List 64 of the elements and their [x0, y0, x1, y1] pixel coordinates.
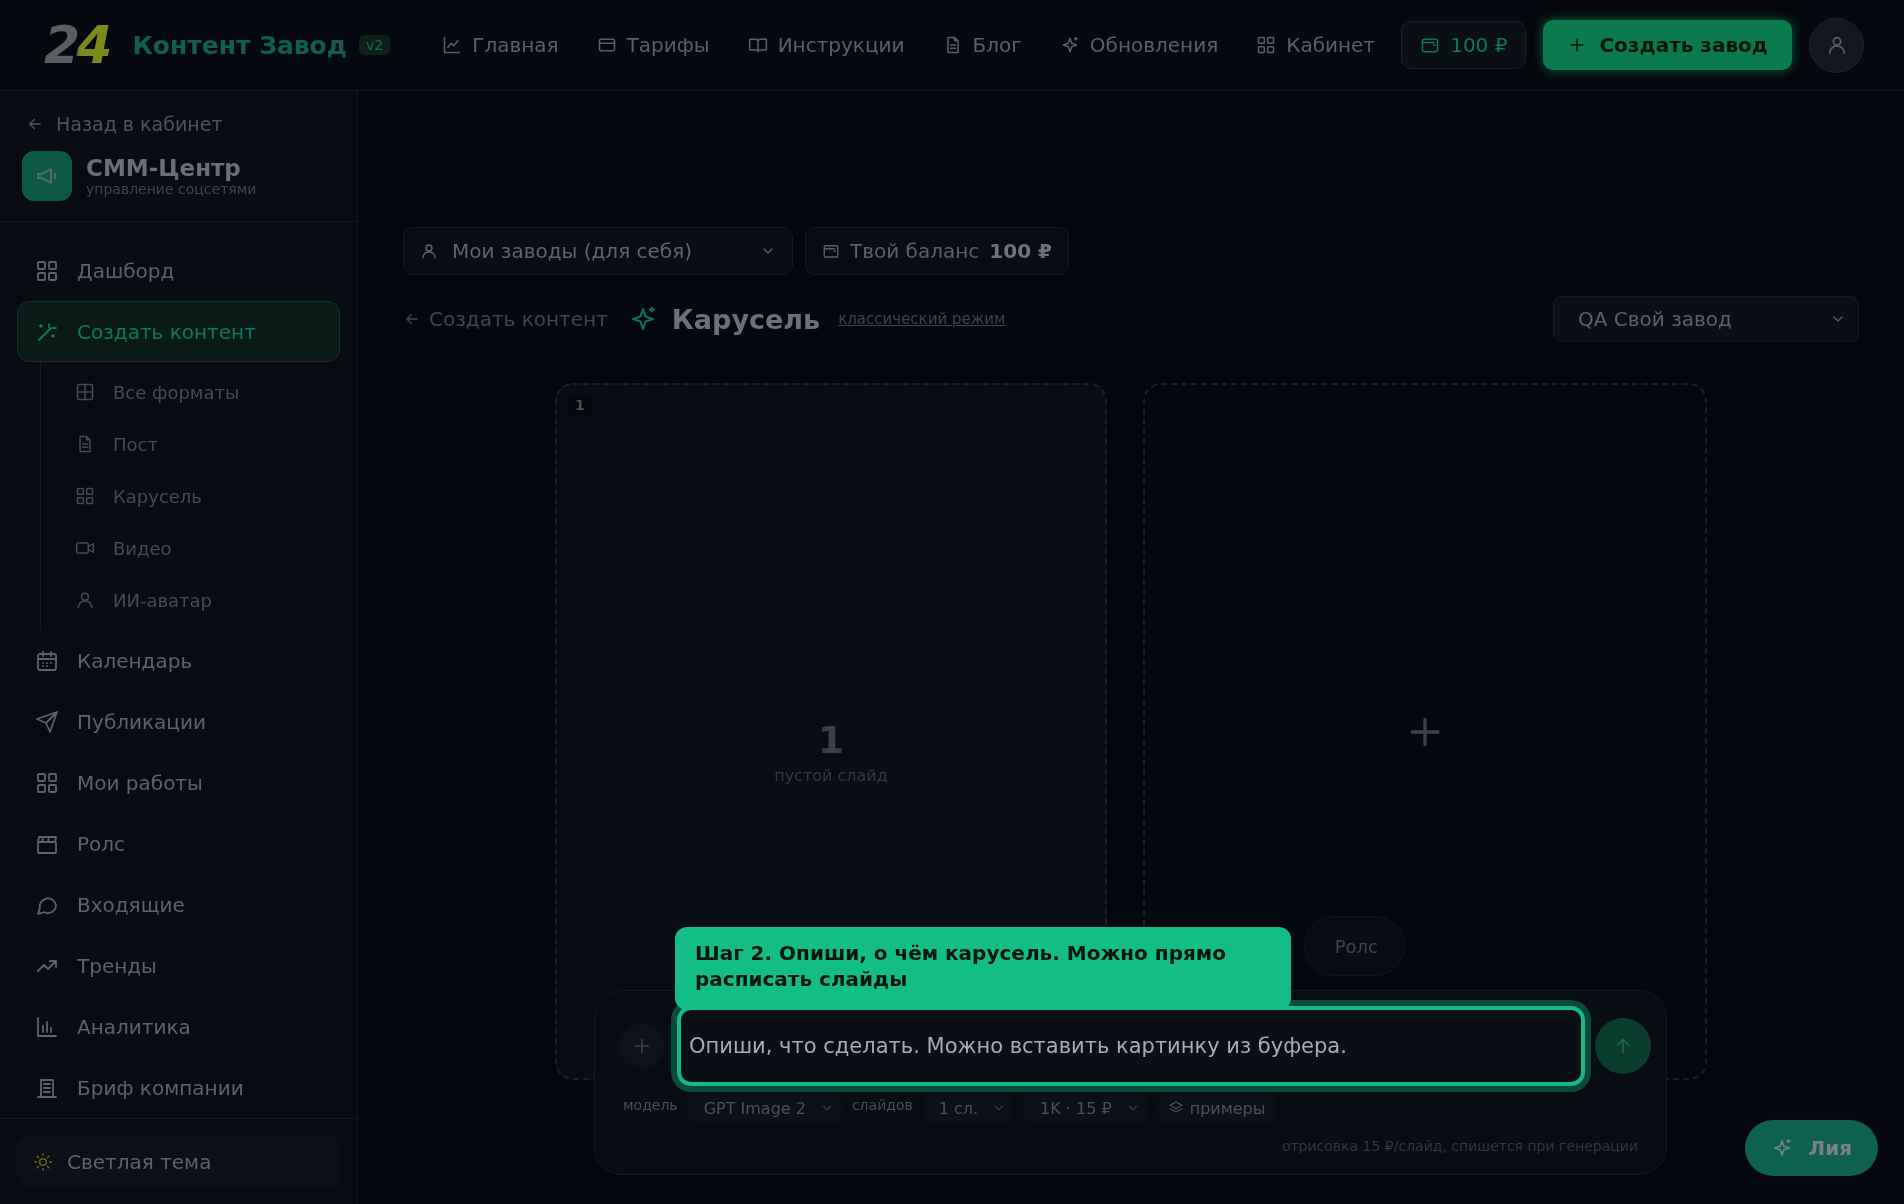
sidebar-item[interactable]: Тренды	[17, 935, 340, 996]
theme-toggle[interactable]: Светлая тема	[17, 1135, 340, 1189]
sidebar-item[interactable]: Мои работы	[17, 752, 340, 813]
sidebar-subitem-icon	[75, 382, 95, 402]
sun-icon	[33, 1152, 53, 1172]
slide-number-badge: 1	[569, 395, 591, 415]
sidebar-item[interactable]: Бриф компании	[17, 1057, 340, 1118]
slides-label: слайдов	[851, 1097, 913, 1113]
tour-tooltip: Шаг 2. Опиши, о чём карусель. Можно прямо расписать слайды	[675, 927, 1291, 1010]
model-dropdown[interactable]: GPT Image 2	[687, 1092, 842, 1124]
sidebar-item[interactable]: Создать контент	[17, 301, 340, 362]
model-label: модель	[623, 1097, 678, 1113]
sidebar-item[interactable]: Аналитика	[17, 996, 340, 1057]
balance-value: 100 ₽	[989, 239, 1052, 263]
brand-subtitle: управление соцсетями	[86, 181, 257, 197]
sidebar-item[interactable]: Публикации	[17, 691, 340, 752]
sidebar-item-icon	[35, 709, 59, 734]
sidebar-item-icon	[35, 258, 59, 283]
wallet-icon	[1420, 35, 1441, 55]
balance-button[interactable]: 100 ₽	[1401, 21, 1527, 69]
classic-mode-link[interactable]: классический режим	[838, 310, 1006, 328]
nav-link[interactable]: Тарифы	[596, 33, 710, 57]
sidebar-subitem-icon	[75, 486, 95, 506]
sidebar-subitem[interactable]: Все форматы	[41, 366, 340, 418]
examples-button[interactable]: примеры	[1157, 1092, 1278, 1124]
back-link[interactable]: Назад в кабинет	[0, 91, 357, 135]
brand-name: СММ-Центр	[86, 155, 242, 181]
user-icon	[420, 242, 438, 260]
sidebar-subitem[interactable]: ИИ-аватар	[41, 574, 340, 626]
wallet-icon	[822, 242, 840, 260]
slides-count-dropdown[interactable]: 1 сл.	[922, 1092, 1015, 1124]
sidebar-subitem[interactable]: Пост	[41, 418, 340, 470]
sidebar-subitem[interactable]: Карусель	[41, 470, 340, 522]
create-factory-button[interactable]: Создать завод	[1543, 20, 1792, 70]
nav-link[interactable]: Инструкции	[747, 33, 905, 57]
sidebar-item-icon	[35, 770, 59, 795]
sidebar-subitem[interactable]: Видео	[41, 522, 340, 574]
factory-select[interactable]: Мои заводы (для себя)	[403, 227, 793, 275]
version-badge: v2	[359, 35, 391, 55]
sidebar-item-icon	[35, 1014, 59, 1039]
nav-link[interactable]: Кабинет	[1256, 33, 1375, 57]
nav-icon	[1256, 35, 1277, 55]
prompt-field[interactable]: Опиши, что сделать. Можно вставить картинку из буфера.	[677, 1006, 1585, 1086]
back-link[interactable]: Создать контент	[403, 307, 608, 331]
page-title: Карусель	[671, 303, 821, 335]
attach-button[interactable]	[619, 1023, 665, 1069]
balance-label: Твой баланс	[850, 239, 980, 263]
sidebar-item[interactable]: Ролс	[17, 813, 340, 874]
app-title: Контент Завод	[132, 30, 347, 60]
nav-link[interactable]: Главная	[442, 33, 559, 57]
nav-link[interactable]: Блог	[942, 33, 1022, 57]
send-button[interactable]	[1595, 1018, 1651, 1074]
nav-icon	[596, 35, 617, 55]
factory-dropdown[interactable]: QA Свой завод	[1553, 296, 1859, 342]
sidebar-item[interactable]: Дашборд	[17, 240, 340, 301]
assistant-button[interactable]: Лия	[1744, 1120, 1878, 1176]
nav-icon	[747, 35, 768, 55]
quality-dropdown[interactable]: 1K · 15 ₽	[1024, 1092, 1148, 1124]
nav-link[interactable]: Обновления	[1059, 33, 1219, 57]
sidebar-item[interactable]: Календарь	[17, 630, 340, 691]
sidebar-item-icon	[35, 648, 59, 673]
sidebar-item[interactable]: Входящие	[17, 874, 340, 935]
sidebar-subitem-icon	[75, 590, 95, 610]
nav-icon	[442, 35, 463, 55]
